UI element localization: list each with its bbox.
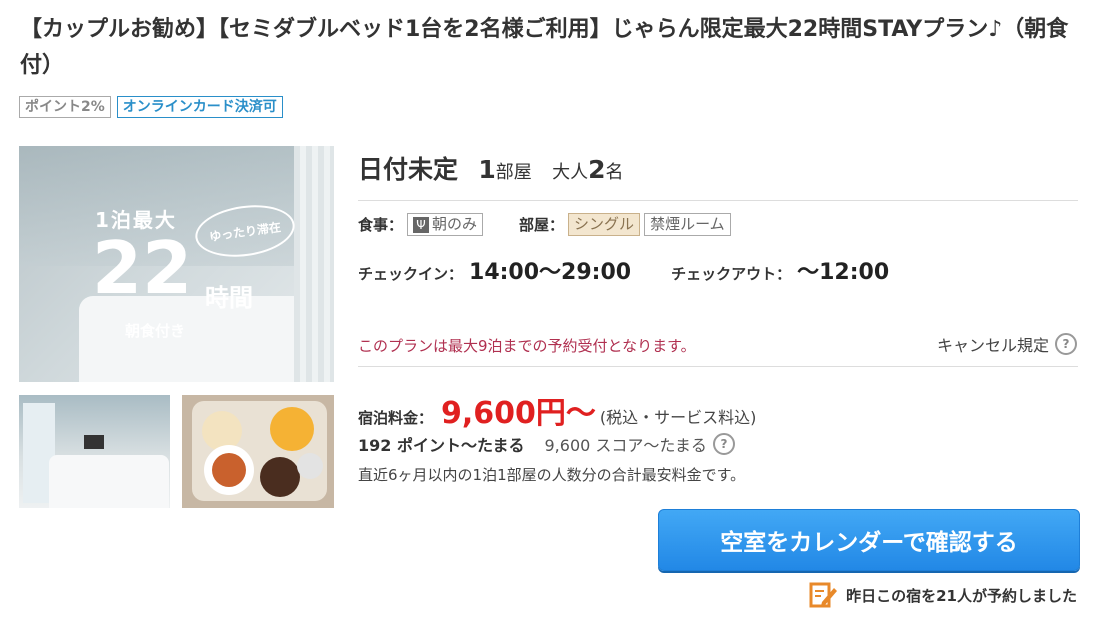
score-text: 9,600 スコア〜たまる (544, 436, 707, 455)
thumbnail-room[interactable] (19, 395, 170, 508)
plan-title: 【カップルお勧め】【セミダブルベッド1台を2名様ご利用】じゃらん限定最大22時間… (20, 17, 1069, 78)
points-text: 192 ポイント〜たまる (358, 436, 525, 455)
calendar-availability-button[interactable]: 空室をカレンダーで確認する (658, 509, 1080, 571)
points-row: 192 ポイント〜たまる 9,600 スコア〜たまる ? (358, 432, 735, 456)
image-overlay-breakfast: 朝食付き (125, 322, 186, 340)
image-overlay-22: 22 (92, 226, 193, 310)
price-description: 直近6ヶ月以内の1泊1部屋の人数分の合計最安料金です。 (358, 466, 746, 484)
tag-points: ポイント2% (19, 96, 111, 118)
meal-value: 朝のみ (432, 215, 478, 233)
divider (358, 200, 1078, 201)
price-row: 宿泊料金： 9,600円〜 (税込・サービス料込) (358, 388, 756, 432)
room-label: 部屋： (519, 216, 565, 234)
price-note: (税込・サービス料込) (599, 408, 757, 427)
checkin-value: 14:00〜29:00 (469, 260, 632, 285)
meal-badge: Ψ 朝のみ (407, 213, 484, 236)
help-icon[interactable]: ? (1055, 333, 1077, 355)
checkin-label: チェックイン： (358, 265, 464, 283)
rooms-count: 1 (478, 155, 496, 184)
non-smoking-badge: 禁煙ルーム (644, 213, 731, 236)
thumbnail-breakfast[interactable] (182, 395, 334, 508)
tag-online-card: オンラインカード決済可 (116, 96, 283, 118)
price-label: 宿泊料金： (358, 409, 434, 427)
cancel-policy-label: キャンセル規定 (936, 336, 1049, 355)
meal-label: 食事： (358, 216, 404, 234)
booked-text: 昨日この宿を21人が予約しました (846, 586, 1077, 605)
booking-summary: 日付未定 1部屋 大人2名 (358, 150, 624, 186)
adults-unit: 名 (605, 162, 624, 183)
checkin-checkout-row: チェックイン： 14:00〜29:00 チェックアウト： 〜12:00 (358, 254, 889, 286)
plan-tags: ポイント2% オンラインカード決済可 (19, 96, 283, 118)
meal-room-row: 食事： Ψ 朝のみ 部屋： シングル 禁煙ルーム (358, 213, 731, 236)
max-nights-notice: このプランは最大9泊までの予約受付となります。 (358, 337, 696, 355)
adults-label: 大人 (552, 162, 589, 183)
divider (358, 366, 1078, 367)
checkout-value: 〜12:00 (797, 260, 890, 285)
image-overlay-hours: 時間 (205, 284, 253, 312)
memo-pencil-icon (809, 582, 838, 608)
help-icon[interactable]: ? (712, 433, 735, 455)
fork-icon: Ψ (413, 216, 430, 233)
cancel-policy-link[interactable]: キャンセル規定 ? (937, 332, 1077, 356)
price-value: 9,600円〜 (441, 396, 596, 431)
date-undecided: 日付未定 (358, 155, 459, 184)
adults-count: 2 (588, 155, 606, 184)
booked-yesterday: 昨日この宿を21人が予約しました (808, 580, 1077, 610)
room-type-badge: シングル (568, 213, 641, 236)
checkout-label: チェックアウト： (671, 265, 792, 283)
rooms-unit: 部屋 (495, 162, 532, 183)
